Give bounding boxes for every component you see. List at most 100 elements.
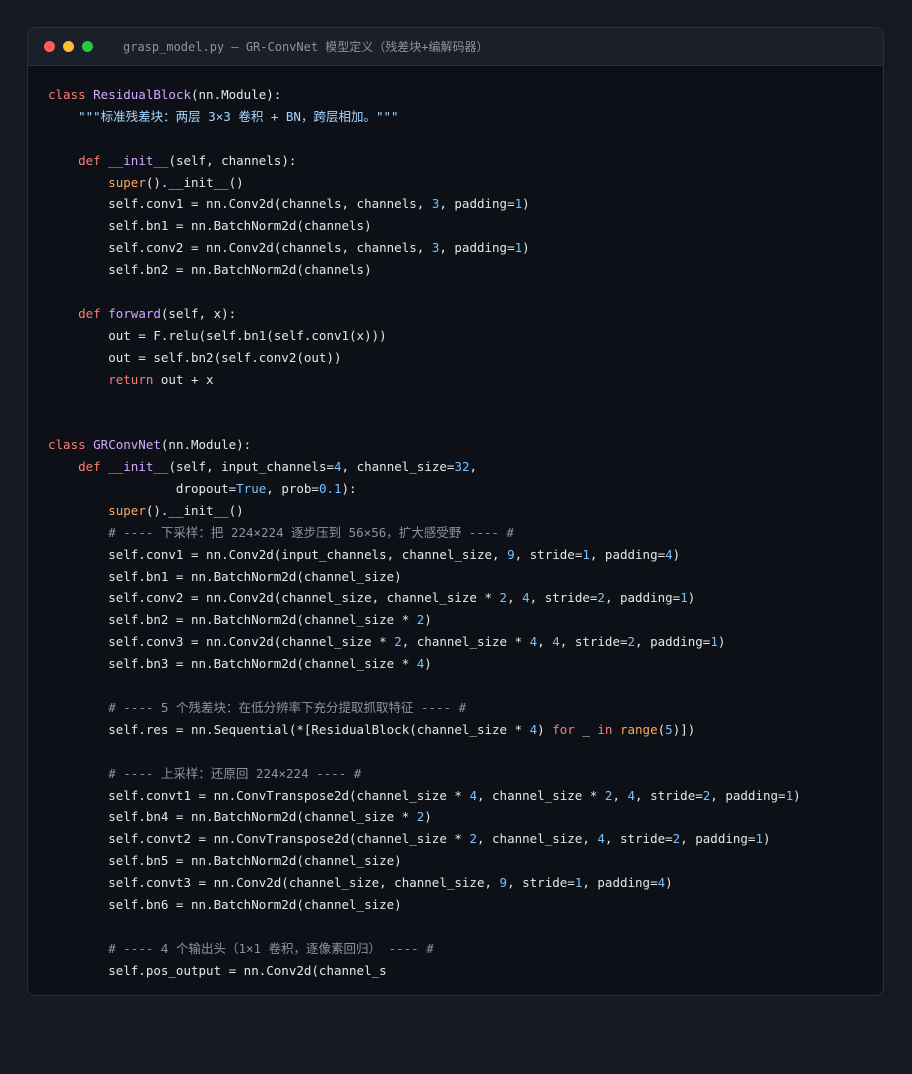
close-window-button[interactable] <box>44 41 55 52</box>
code-token: self.convt3 = nn.Conv2d(channel_size, ch… <box>48 875 500 891</box>
code-token: (self, input_channels= <box>168 459 335 475</box>
code-line: self.res = nn.Sequential(*[ResidualBlock… <box>48 719 871 741</box>
code-token: self.bn1 = nn.BatchNorm2d(channel_size) <box>48 568 402 584</box>
code-line: super().__init__() <box>48 500 871 522</box>
code-line: def forward(self, x): <box>48 303 871 325</box>
code-token: (nn.Module): <box>160 437 252 453</box>
code-token: ) <box>424 612 432 628</box>
code-token: GRConvNet <box>93 437 161 453</box>
code-token: 4 <box>665 546 673 562</box>
code-token: self.bn4 = nn.BatchNorm2d(channel_size * <box>48 809 417 825</box>
code-line: out = self.bn2(self.conv2(out)) <box>48 347 871 369</box>
code-token: ): <box>341 481 357 497</box>
code-token: super <box>108 174 146 190</box>
code-token: self.bn6 = nn.BatchNorm2d(channel_size) <box>48 896 402 912</box>
code-editor[interactable]: class ResidualBlock(nn.Module): """标准残差块… <box>48 84 871 982</box>
code-token: 2 <box>627 634 636 650</box>
code-token: 1 <box>755 831 763 847</box>
code-token: , <box>507 590 523 606</box>
code-token: out = self.bn2(self.conv2(out)) <box>48 349 342 365</box>
code-token: 4 <box>469 787 477 803</box>
code-token: dropout= <box>48 481 237 497</box>
code-token: range <box>619 721 658 737</box>
code-token: ) <box>522 240 530 256</box>
code-line: dropout=True, prob=0.1): <box>48 478 871 500</box>
code-token: forward <box>108 305 161 321</box>
code-token: , padding= <box>680 831 756 847</box>
code-token: ) <box>687 590 696 606</box>
code-token: 2 <box>469 831 477 847</box>
code-line: self.conv3 = nn.Conv2d(channel_size * 2,… <box>48 631 871 653</box>
code-token: (nn.Module): <box>191 87 282 102</box>
code-token: ) <box>672 546 681 562</box>
code-window: grasp_model.py — GR-ConvNet 模型定义（残差块+编解码… <box>27 27 884 996</box>
code-token: out = F.relu(self.bn1(self.conv1(x))) <box>48 327 387 343</box>
code-token: , stride= <box>514 546 583 562</box>
code-line: def __init__(self, input_channels=4, cha… <box>48 456 871 478</box>
code-token: 9 <box>507 546 515 562</box>
code-token: , channel_size, <box>476 831 598 847</box>
code-token: self.conv1 = nn.Conv2d(input_channels, c… <box>48 546 508 562</box>
code-token: self.bn5 = nn.BatchNorm2d(channel_size) <box>48 853 402 869</box>
code-token: def <box>78 305 109 321</box>
code-token: 1 <box>680 590 688 606</box>
code-line: self.conv1 = nn.Conv2d(channels, channel… <box>48 193 871 215</box>
code-line: class GRConvNet(nn.Module): <box>48 434 871 456</box>
code-line: # ---- 4 个输出头（1×1 卷积，逐像素回归） ---- # <box>48 938 871 960</box>
code-token: , stride= <box>529 590 598 606</box>
code-token: 5 <box>665 721 673 737</box>
code-token: out + x <box>160 371 214 387</box>
code-token: , padding= <box>582 875 658 891</box>
code-token: self.convt2 = nn.ConvTranspose2d(channel… <box>48 831 470 847</box>
code-token: , channel_size= <box>341 459 455 475</box>
code-token: 0.1 <box>318 481 342 497</box>
code-token: super <box>108 502 146 518</box>
code-token: _ <box>582 721 598 737</box>
code-token: in <box>597 721 620 737</box>
code-token: 9 <box>499 875 508 891</box>
code-line: self.convt2 = nn.ConvTranspose2d(channel… <box>48 828 871 850</box>
code-token: ) <box>424 656 432 672</box>
code-line: self.bn5 = nn.BatchNorm2d(channel_size) <box>48 850 871 872</box>
code-line: self.conv2 = nn.Conv2d(channel_size, cha… <box>48 587 871 609</box>
code-line: self.bn2 = nn.BatchNorm2d(channel_size *… <box>48 609 871 631</box>
code-token: 1 <box>710 634 718 650</box>
code-token: def <box>78 152 109 168</box>
code-token: self.pos_output = nn.Conv2d(channel_s <box>48 962 387 978</box>
code-token: 4 <box>597 831 605 847</box>
code-token: __init__ <box>108 459 169 475</box>
code-token: ) <box>522 196 530 212</box>
code-token: , padding= <box>710 787 786 803</box>
code-token: self.convt1 = nn.ConvTranspose2d(channel… <box>48 787 470 803</box>
code-token: , padding= <box>439 196 515 212</box>
code-token: self.conv1 = nn.Conv2d(channels, channel… <box>48 196 432 212</box>
code-token: 1 <box>514 196 523 212</box>
code-token: 2 <box>394 634 402 650</box>
minimize-window-button[interactable] <box>63 41 74 52</box>
code-token: True <box>236 481 267 497</box>
code-token: self.conv2 = nn.Conv2d(channel_size, cha… <box>48 590 500 606</box>
code-token: ResidualBlock <box>93 87 191 102</box>
code-token: self.conv3 = nn.Conv2d(channel_size * <box>48 634 395 650</box>
code-token: class <box>48 437 94 453</box>
code-line: self.conv1 = nn.Conv2d(input_channels, c… <box>48 544 871 566</box>
code-token: self.bn1 = nn.BatchNorm2d(channels) <box>48 218 372 234</box>
code-token: (self, channels): <box>168 152 297 168</box>
code-token: 4 <box>657 875 666 891</box>
code-line: self.bn2 = nn.BatchNorm2d(channels) <box>48 259 871 281</box>
code-token: # ---- 上采样：还原回 224×224 ---- # <box>108 765 362 781</box>
code-line: class ResidualBlock(nn.Module): <box>48 84 871 106</box>
code-token: class <box>48 87 94 102</box>
code-line: self.bn3 = nn.BatchNorm2d(channel_size *… <box>48 653 871 675</box>
code-token: , stride= <box>559 634 628 650</box>
code-token: # ---- 4 个输出头（1×1 卷积，逐像素回归） ---- # <box>108 940 434 956</box>
maximize-window-button[interactable] <box>82 41 93 52</box>
code-token: )]) <box>672 721 696 737</box>
code-token: # ---- 5 个残差块：在低分辨率下充分提取抓取特征 ---- # <box>108 699 467 715</box>
